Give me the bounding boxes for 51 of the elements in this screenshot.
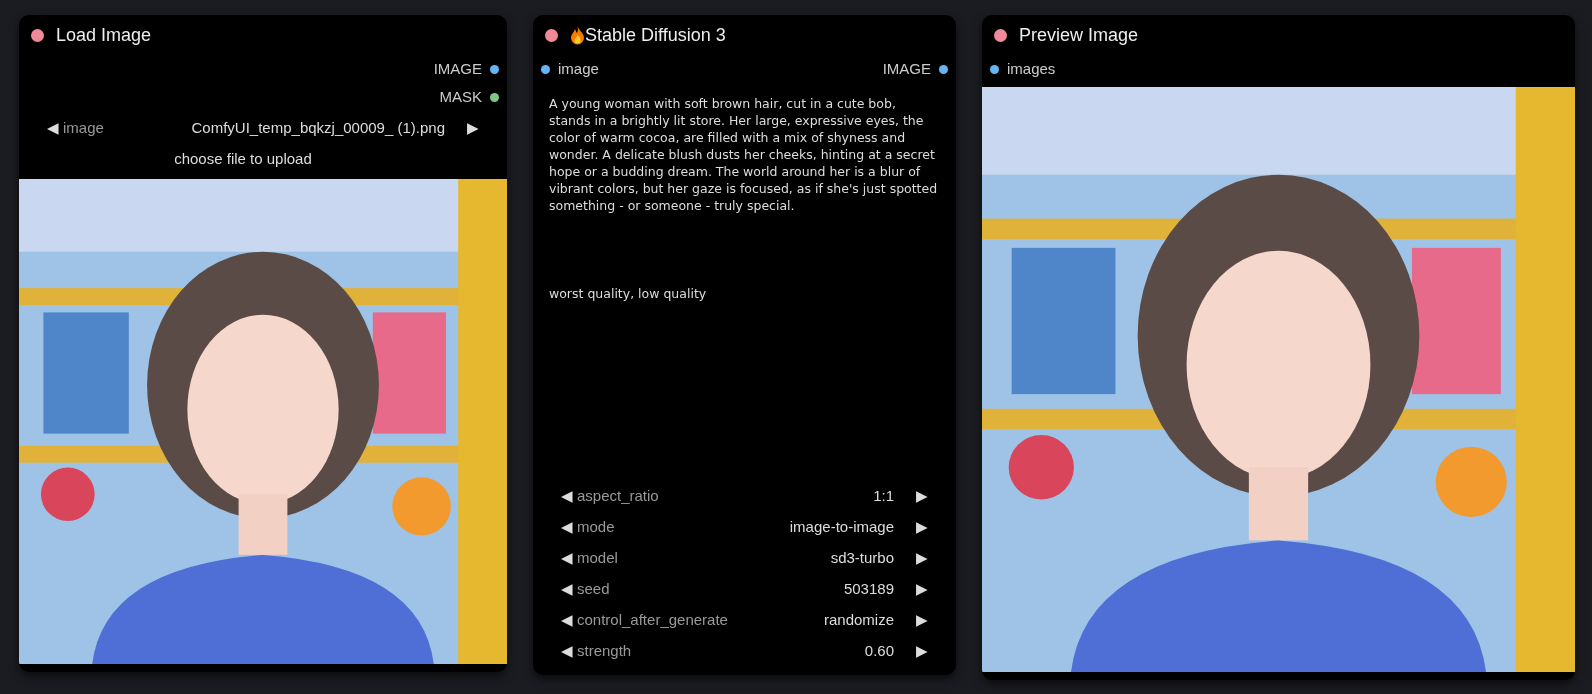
- node-title: Preview Image: [1019, 23, 1139, 47]
- increment-arrow[interactable]: ▶: [916, 516, 928, 539]
- combo-widget[interactable]: ◀ control_after_generate randomize ▶: [533, 605, 956, 636]
- output-label: IMAGE: [882, 58, 931, 79]
- decrement-arrow[interactable]: ◀: [47, 117, 59, 140]
- combo-widget[interactable]: ◀ seed 503189 ▶: [533, 574, 956, 605]
- increment-arrow[interactable]: ▶: [467, 117, 479, 140]
- widget-value: sd3-turbo: [829, 548, 894, 569]
- increment-arrow[interactable]: ▶: [916, 640, 928, 663]
- output-socket[interactable]: [490, 64, 499, 74]
- output-socket[interactable]: [939, 64, 948, 74]
- widget-label: mode: [577, 517, 615, 538]
- node-title: Load Image: [56, 23, 152, 47]
- widget-label: aspect_ratio: [577, 486, 659, 507]
- widget-label: image: [63, 118, 104, 139]
- prompt-text[interactable]: A young woman with soft brown hair, cut in a cute bob, stands in a brightly lit store. Her large, expressive eyes, the color of warm cocoa, are filled with a mix of shyness and wonder. A delicate blush dusts her cheeks, hinting at a secret hope or a budding dream. The world around her is a blur of vibrant colors, but her gaze is focused, as if she's just spotted something - or someone - truly special.: [549, 95, 940, 214]
- widget-value: randomize: [822, 610, 894, 631]
- decrement-arrow[interactable]: ◀: [561, 578, 573, 601]
- output-socket[interactable]: [490, 92, 499, 102]
- combo-widget[interactable]: ◀ model sd3-turbo ▶: [533, 543, 956, 574]
- input-label: image: [558, 58, 599, 79]
- widget-value: image-to-image: [788, 517, 894, 538]
- prompt-text[interactable]: worst quality, low quality: [549, 285, 940, 302]
- widget-value: 503189: [842, 579, 894, 600]
- combo-widget[interactable]: ◀ image ComfyUI_temp_bqkzj_00009_ (1).png ▶: [19, 113, 507, 144]
- increment-arrow[interactable]: ▶: [916, 485, 928, 508]
- widget-label: model: [577, 548, 618, 569]
- decrement-arrow[interactable]: ◀: [561, 485, 573, 508]
- upload-button[interactable]: choose file to upload: [174, 148, 352, 171]
- increment-arrow[interactable]: ▶: [916, 578, 928, 601]
- increment-arrow[interactable]: ▶: [916, 609, 928, 632]
- input-socket[interactable]: [990, 64, 999, 74]
- node-title: Stable Diffusion 3: [585, 23, 726, 47]
- combo-widget[interactable]: ◀ strength 0.60 ▶: [533, 636, 956, 667]
- input-label: images: [1007, 58, 1056, 79]
- widget-value: 0.60: [863, 641, 894, 662]
- output-label: IMAGE: [433, 58, 482, 79]
- widget-label: control_after_generate: [577, 610, 728, 631]
- combo-widget[interactable]: ◀ aspect_ratio 1:1 ▶: [533, 481, 956, 512]
- decrement-arrow[interactable]: ◀: [561, 547, 573, 570]
- output-label: MASK: [439, 86, 482, 107]
- decrement-arrow[interactable]: ◀: [561, 640, 573, 663]
- widget-value: 1:1: [872, 486, 894, 507]
- decrement-arrow[interactable]: ◀: [561, 516, 573, 539]
- input-socket[interactable]: [541, 64, 550, 74]
- widget-value: ComfyUI_temp_bqkzj_00009_ (1).png: [190, 118, 445, 139]
- decrement-arrow[interactable]: ◀: [561, 609, 573, 632]
- increment-arrow[interactable]: ▶: [916, 547, 928, 570]
- widget-label: seed: [577, 579, 610, 600]
- widget-label: strength: [577, 641, 632, 662]
- combo-widget[interactable]: ◀ mode image-to-image ▶: [533, 512, 956, 543]
